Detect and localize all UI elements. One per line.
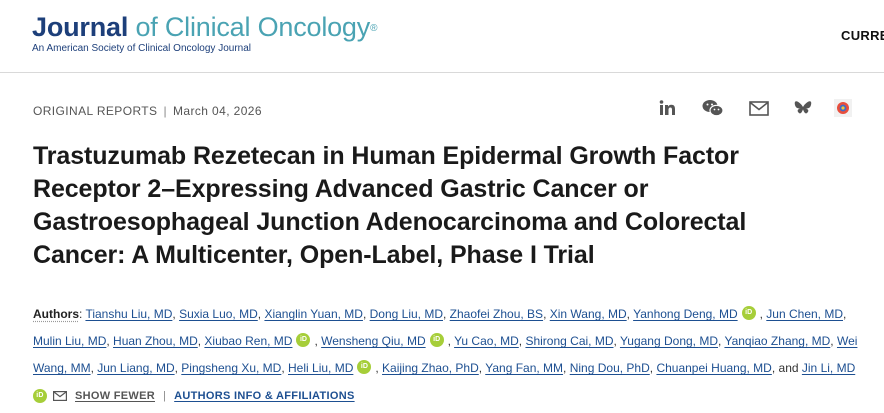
article-title: Trastuzumab Rezetecan in Human Epidermal…	[33, 140, 863, 272]
author-link[interactable]: Xin Wang, MD	[550, 307, 627, 321]
author-line: Authors: Tianshu Liu, MD, Suxia Luo, MD,…	[33, 305, 847, 321]
author-link[interactable]: Heli Liu, MD	[288, 361, 353, 375]
author-actions: iD SHOW FEWER | AUTHORS INFO & AFFILIATI…	[33, 386, 355, 406]
author-link[interactable]: Yanqiao Zhang, MD	[724, 334, 830, 348]
email-author-icon[interactable]	[53, 391, 67, 401]
author-link[interactable]: Chuanpei Huang, MD	[656, 361, 771, 375]
article-meta: ORIGINAL REPORTS | March 04, 2026	[33, 104, 262, 118]
author-link[interactable]: Jun Liang, MD	[97, 361, 174, 375]
logo-journal-word: Journal	[32, 12, 129, 42]
article-header: ORIGINAL REPORTS | March 04, 2026 Trastuzu…	[0, 74, 884, 413]
author-link[interactable]: Ning Dou, PhD	[570, 361, 650, 375]
wechat-icon[interactable]	[702, 98, 724, 118]
author-link[interactable]: Suxia Luo, MD	[179, 307, 258, 321]
title-line: Gastroesophageal Junction Adenocarcinoma…	[33, 208, 747, 236]
orcid-icon[interactable]: iD	[357, 359, 372, 374]
journal-logo[interactable]: Journal of Clinical Oncology®	[32, 12, 377, 42]
orcid-icon[interactable]: iD	[429, 332, 444, 347]
altmetric-icon[interactable]	[833, 98, 853, 118]
logo-subtitle: An American Society of Clinical Oncology…	[32, 43, 251, 54]
author-link[interactable]: Yu Cao, MD	[454, 334, 519, 348]
title-line: Receptor 2–Expressing Advanced Gastric C…	[33, 175, 649, 203]
author-link[interactable]: Jin Li, MD	[802, 361, 855, 375]
orcid-icon[interactable]: iD	[33, 389, 47, 403]
title-line: Trastuzumab Rezetecan in Human Epidermal…	[33, 142, 739, 170]
author-link[interactable]: Tianshu Liu, MD	[85, 307, 172, 321]
author-line: Mulin Liu, MD, Huan Zhou, MD, Xiubao Ren…	[33, 332, 858, 348]
email-icon[interactable]	[748, 98, 770, 118]
nav-current-issue[interactable]: CURREN	[841, 28, 884, 43]
show-fewer-button[interactable]: SHOW FEWER	[75, 390, 155, 402]
author-link[interactable]: Yang Fan, MM	[485, 361, 563, 375]
author-link[interactable]: Yugang Dong, MD	[620, 334, 718, 348]
author-link-wei[interactable]: Wei	[837, 334, 857, 348]
author-link[interactable]: Wensheng Qiu, MD	[321, 334, 426, 348]
author-line: Wang, MM, Jun Liang, MD, Pingsheng Xu, M…	[33, 359, 856, 375]
site-header: Journal of Clinical Oncology® An America…	[0, 0, 884, 73]
author-link[interactable]: Mulin Liu, MD	[33, 334, 106, 348]
title-line: Cancer: A Multicenter, Open-Label, Phase…	[33, 241, 595, 269]
author-link[interactable]: Huan Zhou, MD	[113, 334, 198, 348]
author-link[interactable]: Dong Liu, MD	[370, 307, 443, 321]
authors-info-affiliations-link[interactable]: AUTHORS INFO & AFFILIATIONS	[174, 390, 354, 402]
article-type: ORIGINAL REPORTS	[33, 104, 158, 118]
bluesky-icon[interactable]	[793, 98, 813, 118]
publish-date: March 04, 2026	[172, 104, 262, 118]
author-list: Authors: Tianshu Liu, MD, Suxia Luo, MD,…	[33, 301, 863, 382]
actions-separator: |	[163, 390, 167, 402]
author-link[interactable]: Kaijing Zhao, PhD	[382, 361, 479, 375]
linkedin-icon[interactable]	[658, 98, 678, 118]
logo-journal-rest: of Clinical Oncology	[135, 12, 371, 42]
meta-separator: |	[163, 104, 167, 118]
author-link[interactable]: Shirong Cai, MD	[525, 334, 613, 348]
orcid-icon[interactable]: iD	[741, 305, 756, 320]
orcid-icon[interactable]: iD	[296, 332, 311, 347]
logo-registered-mark: ®	[370, 23, 378, 34]
author-link[interactable]: Xianglin Yuan, MD	[264, 307, 363, 321]
author-link[interactable]: Yanhong Deng, MD	[633, 307, 738, 321]
authors-label: Authors	[33, 307, 79, 321]
author-link[interactable]: Zhaofei Zhou, BS	[450, 307, 543, 321]
author-link[interactable]: Jun Chen, MD	[766, 307, 843, 321]
author-link-wang[interactable]: Wang, MM	[33, 361, 91, 375]
author-link[interactable]: Pingsheng Xu, MD	[181, 361, 281, 375]
author-link[interactable]: Xiubao Ren, MD	[204, 334, 292, 348]
and-text: and	[778, 361, 799, 375]
